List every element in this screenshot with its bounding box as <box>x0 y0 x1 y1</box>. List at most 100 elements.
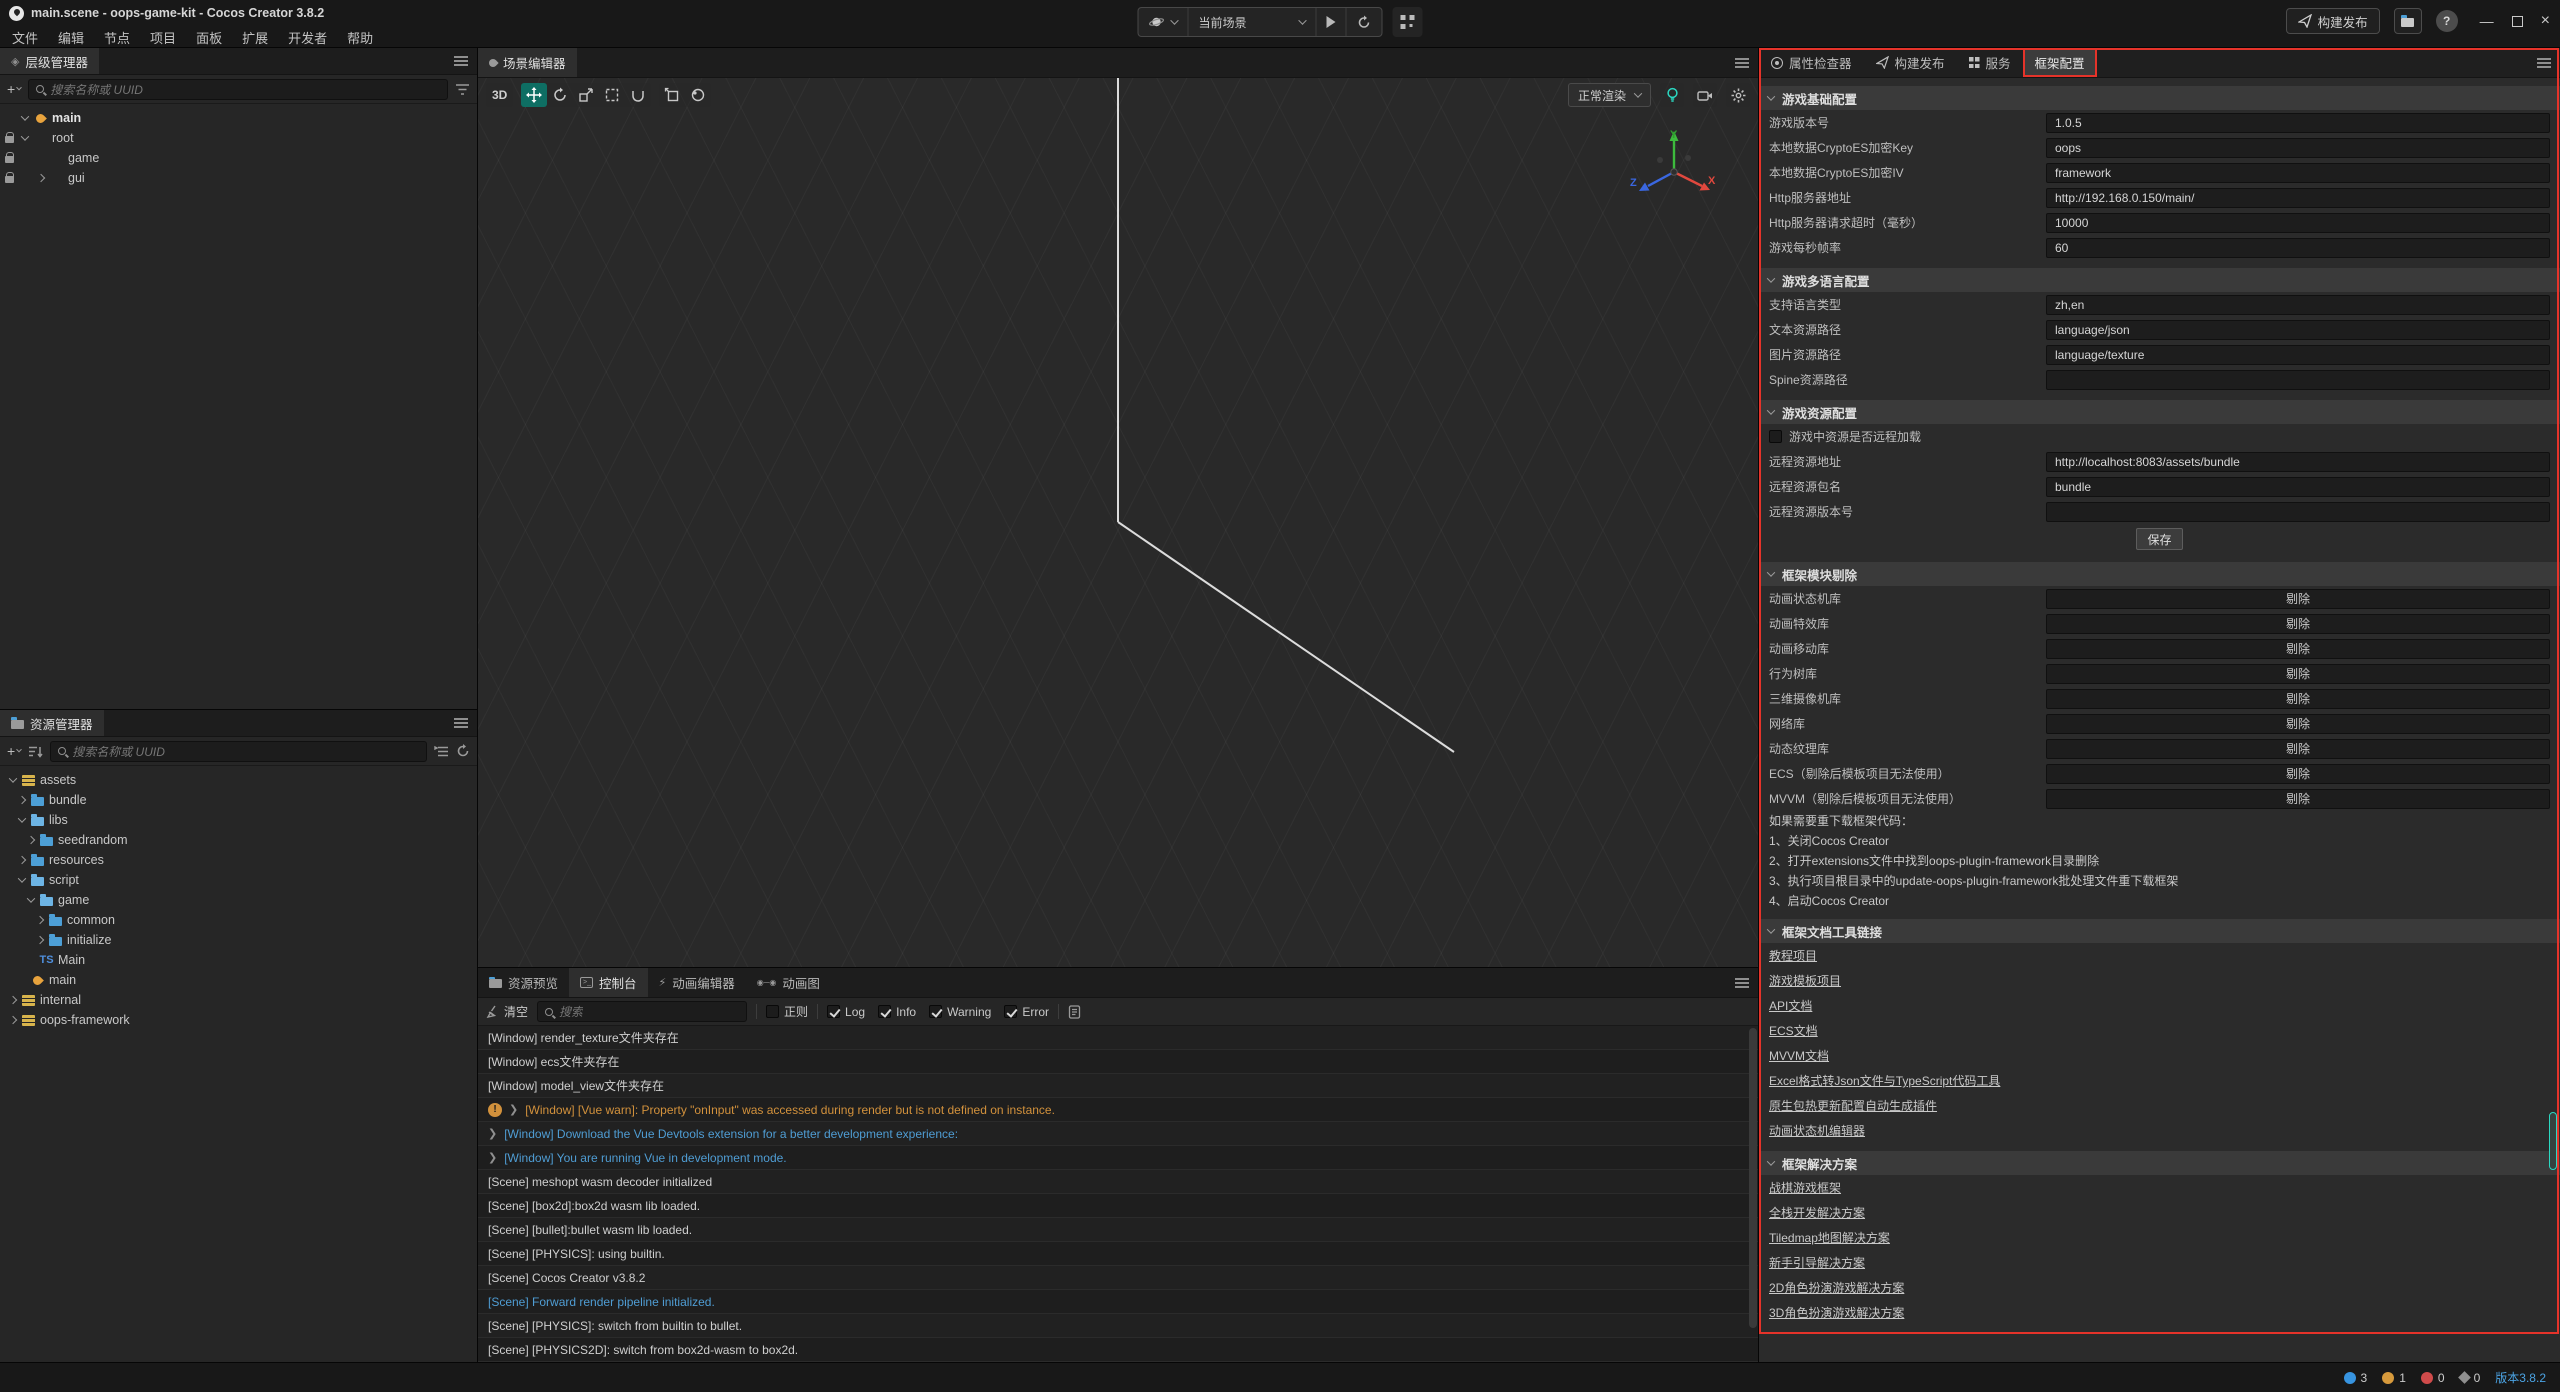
menu-item[interactable]: 扩展 <box>232 28 278 47</box>
property-input[interactable]: 60 <box>2046 238 2550 258</box>
chevron-down-icon[interactable] <box>27 894 35 902</box>
remove-module-button[interactable]: 剔除 <box>2046 739 2550 759</box>
menu-item[interactable]: 编辑 <box>48 28 94 47</box>
close-button[interactable]: × <box>2541 12 2550 30</box>
tab-anim-editor[interactable]: ⚡动画编辑器 <box>648 968 746 997</box>
property-input[interactable]: oops <box>2046 138 2550 158</box>
panel-menu-icon[interactable] <box>454 718 468 728</box>
rotate-tool-button[interactable] <box>547 83 573 107</box>
collapse-list-icon[interactable] <box>434 745 449 758</box>
scene-camera-button[interactable] <box>1693 83 1717 107</box>
log-row[interactable]: [Scene] Cocos Creator v3.8.2 <box>478 1266 1758 1290</box>
tab-assets[interactable]: 资源管理器 <box>0 710 104 736</box>
section-header[interactable]: 框架模块剔除 <box>1759 562 2560 586</box>
chevron-down-icon[interactable] <box>21 132 29 140</box>
doc-link[interactable]: 动画状态机编辑器 <box>1769 1122 1865 1139</box>
open-project-folder-button[interactable] <box>2394 8 2422 34</box>
property-input[interactable]: language/json <box>2046 320 2550 340</box>
tab-scene-editor[interactable]: 场景编辑器 <box>478 48 577 77</box>
hierarchy-node-game[interactable]: game <box>0 148 477 168</box>
hierarchy-node-main[interactable]: main <box>0 108 477 128</box>
console-search-input[interactable]: 搜索 <box>537 1001 747 1022</box>
tab-preview[interactable]: 资源预览 <box>478 968 569 997</box>
rect-tool-button[interactable] <box>599 83 625 107</box>
chevron-right-icon[interactable] <box>9 1016 17 1024</box>
property-input[interactable]: bundle <box>2046 477 2550 497</box>
move-tool-button[interactable] <box>521 83 547 107</box>
build-publish-button[interactable]: 构建发布 <box>2286 8 2380 34</box>
axis-gizmo[interactable]: Y X Z <box>1628 126 1720 218</box>
property-input[interactable] <box>2046 370 2550 390</box>
asset-node-script[interactable]: script <box>0 870 477 890</box>
property-input[interactable]: http://192.168.0.150/main/ <box>2046 188 2550 208</box>
chevron-right-icon[interactable] <box>36 916 44 924</box>
remote-load-checkbox-row[interactable]: 游戏中资源是否远程加载 <box>1759 424 2560 449</box>
doc-link[interactable]: 游戏模板项目 <box>1769 972 1841 989</box>
filter-icon[interactable] <box>455 83 470 96</box>
hierarchy-search-input[interactable]: 搜索名称或 UUID <box>28 79 448 100</box>
expand-icon[interactable]: ❯ <box>488 1127 497 1140</box>
log-row[interactable]: [Scene] [box2d]:box2d wasm lib loaded. <box>478 1194 1758 1218</box>
asset-node-resources[interactable]: resources <box>0 850 477 870</box>
menu-item[interactable]: 面板 <box>186 28 232 47</box>
asset-node-main[interactable]: main <box>0 970 477 990</box>
remove-module-button[interactable]: 剔除 <box>2046 714 2550 734</box>
log-row[interactable]: [Scene] [PHYSICS]: switch from builtin t… <box>478 1314 1758 1338</box>
chevron-right-icon[interactable] <box>9 996 17 1004</box>
restore-button[interactable] <box>2512 16 2523 27</box>
asset-node-bundle[interactable]: bundle <box>0 790 477 810</box>
remove-module-button[interactable]: 剔除 <box>2046 589 2550 609</box>
create-asset-button[interactable]: + <box>7 743 21 759</box>
solution-link[interactable]: 战棋游戏框架 <box>1769 1179 1841 1196</box>
doc-link[interactable]: API文档 <box>1769 997 1812 1014</box>
help-button[interactable]: ? <box>2436 10 2458 32</box>
chevron-down-icon[interactable] <box>18 814 26 822</box>
chevron-right-icon[interactable] <box>18 796 26 804</box>
asset-node-internal[interactable]: internal <box>0 990 477 1010</box>
log-row[interactable]: [Scene] [PHYSICS]: using builtin. <box>478 1242 1758 1266</box>
property-input[interactable]: framework <box>2046 163 2550 183</box>
chevron-right-icon[interactable] <box>36 936 44 944</box>
scale-tool-button[interactable] <box>573 83 599 107</box>
log-file-icon[interactable] <box>1068 1005 1081 1019</box>
log-row[interactable]: [Scene] Forward render pipeline initiali… <box>478 1290 1758 1314</box>
log-row[interactable]: ❯[Window] You are running Vue in develop… <box>478 1146 1758 1170</box>
log-row[interactable]: !❯[Window] [Vue warn]: Property "onInput… <box>478 1098 1758 1122</box>
scene-light-toggle[interactable] <box>1660 83 1684 107</box>
tab-hierarchy[interactable]: ◈ 层级管理器 <box>0 48 99 74</box>
asset-node-assets[interactable]: assets <box>0 770 477 790</box>
log-row[interactable]: [Scene] meshopt wasm decoder initialized <box>478 1170 1758 1194</box>
regex-checkbox[interactable]: 正则 <box>766 1003 808 1020</box>
restart-button[interactable] <box>1347 8 1382 36</box>
property-input[interactable]: 1.0.5 <box>2046 113 2550 133</box>
play-button[interactable] <box>1317 8 1347 36</box>
coordinate-toggle-button[interactable] <box>685 83 711 107</box>
hierarchy-node-root[interactable]: root <box>0 128 477 148</box>
refresh-icon[interactable] <box>456 744 470 758</box>
chevron-down-icon[interactable] <box>9 774 17 782</box>
tab-anim-graph[interactable]: ◉─◉动画图 <box>746 968 831 997</box>
menu-item[interactable]: 开发者 <box>278 28 337 47</box>
filter-info[interactable]: Info <box>878 1005 916 1019</box>
asset-node-game[interactable]: game <box>0 890 477 910</box>
chevron-down-icon[interactable] <box>1767 92 1775 100</box>
anchor-tool-button[interactable] <box>625 83 651 107</box>
section-header[interactable]: 游戏资源配置 <box>1759 400 2560 424</box>
sort-icon[interactable] <box>28 745 43 758</box>
chevron-down-icon[interactable] <box>1767 1157 1775 1165</box>
log-row[interactable]: [Window] ecs文件夹存在 <box>478 1050 1758 1074</box>
menu-item[interactable]: 节点 <box>94 28 140 47</box>
remove-module-button[interactable]: 剔除 <box>2046 689 2550 709</box>
menu-item[interactable]: 帮助 <box>337 28 383 47</box>
remove-module-button[interactable]: 剔除 <box>2046 789 2550 809</box>
property-input[interactable]: 10000 <box>2046 213 2550 233</box>
log-row[interactable]: [Window] model_view文件夹存在 <box>478 1074 1758 1098</box>
scene-settings-button[interactable] <box>1726 83 1750 107</box>
tab-framework-config[interactable]: 框架配置 <box>2023 48 2097 77</box>
warning-count[interactable]: 1 <box>2382 1371 2406 1385</box>
menu-item[interactable]: 项目 <box>140 28 186 47</box>
section-header[interactable]: 游戏多语言配置 <box>1759 268 2560 292</box>
create-node-button[interactable]: + <box>7 81 21 97</box>
asset-node-seedrandom[interactable]: seedrandom <box>0 830 477 850</box>
log-row[interactable]: [Scene] [PHYSICS2D]: switch from box2d-w… <box>478 1338 1758 1362</box>
